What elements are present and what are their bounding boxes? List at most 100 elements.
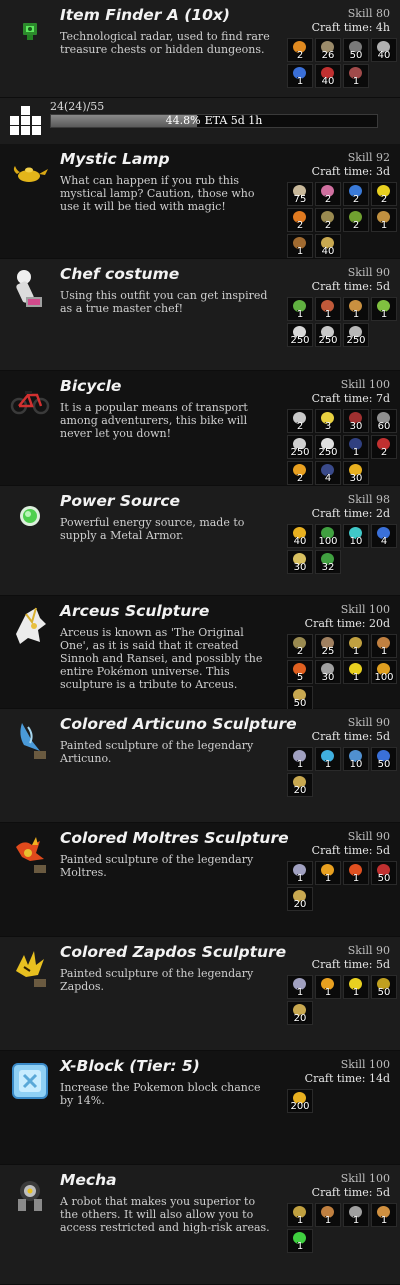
material-slot[interactable]: 50 <box>371 747 397 771</box>
skill-requirement: Skill 90 <box>347 944 390 957</box>
x-block-icon <box>8 1059 52 1103</box>
material-slot[interactable]: 30 <box>287 550 313 574</box>
material-slot[interactable]: 200 <box>287 1089 313 1113</box>
material-slot[interactable]: 30 <box>343 409 369 433</box>
material-slot[interactable]: 1 <box>371 208 397 232</box>
material-slot[interactable]: 20 <box>287 1001 313 1025</box>
material-slot[interactable]: 2 <box>287 461 313 485</box>
craft-entry[interactable]: Bicycle It is a popular means of transpor… <box>0 371 400 486</box>
progress-percent: 44.8% <box>165 114 201 127</box>
material-slot[interactable]: 10 <box>343 747 369 771</box>
item-description: Technological radar, used to find rare t… <box>60 30 270 56</box>
material-slot[interactable]: 30 <box>343 461 369 485</box>
material-slot[interactable]: 1 <box>343 634 369 658</box>
material-slot[interactable]: 30 <box>315 660 341 684</box>
material-quantity: 10 <box>349 759 363 770</box>
material-quantity: 30 <box>349 473 363 484</box>
material-slot[interactable]: 10 <box>343 524 369 548</box>
material-quantity: 1 <box>352 309 360 320</box>
material-quantity: 250 <box>318 447 338 458</box>
material-slot[interactable]: 1 <box>343 435 369 459</box>
material-slot[interactable]: 1 <box>371 634 397 658</box>
material-quantity: 1 <box>352 672 360 683</box>
material-slot[interactable]: 250 <box>315 323 341 347</box>
material-slot[interactable]: 250 <box>287 323 313 347</box>
material-quantity: 50 <box>377 759 391 770</box>
material-slot[interactable]: 2 <box>343 182 369 206</box>
material-slot[interactable]: 1 <box>287 975 313 999</box>
material-slot[interactable]: 5 <box>287 660 313 684</box>
material-slot[interactable]: 250 <box>315 435 341 459</box>
material-slot[interactable]: 1 <box>343 297 369 321</box>
material-slot[interactable]: 1 <box>287 861 313 885</box>
material-slot[interactable]: 60 <box>371 409 397 433</box>
material-slot[interactable]: 3 <box>315 409 341 433</box>
material-slot[interactable]: 40 <box>371 38 397 62</box>
material-slot[interactable]: 50 <box>371 975 397 999</box>
material-slot[interactable]: 2 <box>287 208 313 232</box>
craft-entry[interactable]: Arceus Sculpture Arceus is known as 'The … <box>0 596 400 712</box>
material-slot[interactable]: 250 <box>287 435 313 459</box>
material-quantity: 1 <box>380 646 388 657</box>
craft-entry[interactable]: Power Source Powerful energy source, made… <box>0 486 400 596</box>
material-slot[interactable]: 25 <box>315 634 341 658</box>
material-slot[interactable]: 2 <box>287 634 313 658</box>
craft-entry[interactable]: Colored Articuno Sculpture Painted sculpt… <box>0 709 400 823</box>
material-slot[interactable]: 1 <box>371 1203 397 1227</box>
material-slot[interactable]: 50 <box>371 861 397 885</box>
material-slot[interactable]: 2 <box>315 208 341 232</box>
craft-time: Craft time: 4h <box>311 21 390 34</box>
material-slot[interactable]: 50 <box>287 686 313 710</box>
material-slot[interactable]: 32 <box>315 550 341 574</box>
craft-entry[interactable]: Colored Zapdos Sculpture Painted sculptur… <box>0 937 400 1051</box>
craft-entry[interactable]: Mecha A robot that makes you superior to … <box>0 1165 400 1285</box>
material-slot[interactable]: 2 <box>287 409 313 433</box>
material-slot[interactable]: 1 <box>287 64 313 88</box>
material-slot[interactable]: 1 <box>315 1203 341 1227</box>
skill-requirement: Skill 80 <box>347 7 390 20</box>
craft-entry[interactable]: X-Block (Tier: 5) Increase the Pokemon bl… <box>0 1051 400 1165</box>
craft-entry[interactable]: Chef costume Using this outfit you can ge… <box>0 259 400 371</box>
material-slot[interactable]: 100 <box>371 660 397 684</box>
craft-entry[interactable]: Item Finder A (10x) Technological radar, … <box>0 0 400 98</box>
material-slot[interactable]: 4 <box>371 524 397 548</box>
craft-entry[interactable]: Mystic Lamp What can happen if you rub th… <box>0 144 400 259</box>
material-slot[interactable]: 2 <box>371 435 397 459</box>
material-slot[interactable]: 1 <box>287 297 313 321</box>
material-slot[interactable]: 1 <box>287 1203 313 1227</box>
material-slot[interactable]: 1 <box>343 1203 369 1227</box>
material-quantity: 50 <box>377 873 391 884</box>
material-slot[interactable]: 1 <box>287 1229 313 1253</box>
material-slot[interactable]: 40 <box>287 524 313 548</box>
material-slot[interactable]: 1 <box>343 975 369 999</box>
material-quantity: 1 <box>380 220 388 231</box>
material-quantity: 40 <box>293 536 307 547</box>
material-slot[interactable]: 1 <box>315 975 341 999</box>
craft-entry[interactable]: Colored Moltres Sculpture Painted sculptu… <box>0 823 400 937</box>
material-slot[interactable]: 1 <box>315 747 341 771</box>
material-slot[interactable]: 1 <box>343 861 369 885</box>
material-slot[interactable]: 1 <box>343 660 369 684</box>
material-slot[interactable]: 1 <box>343 64 369 88</box>
material-slot[interactable]: 1 <box>287 234 313 258</box>
material-slot[interactable]: 50 <box>343 38 369 62</box>
material-slot[interactable]: 26 <box>315 38 341 62</box>
material-slot[interactable]: 40 <box>315 234 341 258</box>
material-slot[interactable]: 1 <box>315 861 341 885</box>
material-slot[interactable]: 100 <box>315 524 341 548</box>
material-slot[interactable]: 4 <box>315 461 341 485</box>
material-slot[interactable]: 40 <box>315 64 341 88</box>
material-slot[interactable]: 2 <box>371 182 397 206</box>
material-slot[interactable]: 1 <box>371 297 397 321</box>
material-slot[interactable]: 2 <box>343 208 369 232</box>
material-slot[interactable]: 2 <box>287 38 313 62</box>
materials-grid: 2 25 1 1 5 30 1 100 50 <box>287 634 399 712</box>
material-slot[interactable]: 1 <box>315 297 341 321</box>
material-slot[interactable]: 2 <box>315 182 341 206</box>
material-quantity: 1 <box>380 309 388 320</box>
material-slot[interactable]: 20 <box>287 887 313 911</box>
material-slot[interactable]: 20 <box>287 773 313 797</box>
material-slot[interactable]: 250 <box>343 323 369 347</box>
material-slot[interactable]: 75 <box>287 182 313 206</box>
material-slot[interactable]: 1 <box>287 747 313 771</box>
